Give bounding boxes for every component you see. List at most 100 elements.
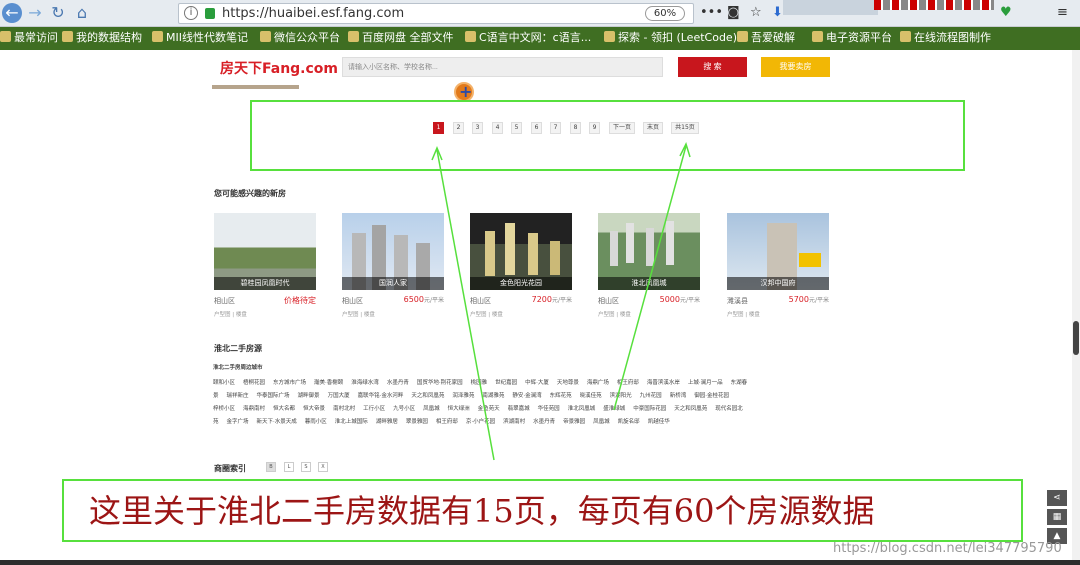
page-link[interactable]: 8 — [570, 122, 581, 134]
community-link[interactable]: 嘉联华铭·金水河畔 — [358, 390, 404, 403]
screenshot-tools[interactable] — [783, 0, 878, 15]
community-link[interactable]: 相王府邸 — [436, 416, 458, 429]
community-link[interactable]: 九州花园 — [640, 390, 662, 403]
last-page-link[interactable]: 末页 — [643, 122, 663, 134]
new-home-photo[interactable]: 淮北凤凰城 — [598, 213, 700, 290]
new-home-photo[interactable]: 国润人家 — [342, 213, 444, 290]
page-link[interactable]: 5 — [511, 122, 522, 134]
community-link[interactable]: 暮雨小区 — [305, 416, 327, 429]
community-link[interactable]: 御园·金桂花园 — [694, 390, 729, 403]
community-link[interactable]: 海晋滨溪水岸 — [647, 377, 680, 390]
search-input[interactable] — [342, 57, 663, 77]
community-link[interactable]: 翡翠嘉城 — [508, 403, 530, 416]
community-link[interactable]: 凤凰城 — [593, 416, 610, 429]
community-link[interactable]: 中豪国际花园 — [633, 403, 666, 416]
site-logo[interactable]: 房天下Fang.com — [220, 58, 338, 78]
community-link[interactable]: 京·小户花园 — [466, 416, 495, 429]
index-letter[interactable]: X — [318, 462, 328, 472]
community-link[interactable]: 恒大名都 — [273, 403, 295, 416]
new-home-photo[interactable]: 碧桂园凤凰时代 — [214, 213, 316, 290]
community-link[interactable]: 相王府邸 — [617, 377, 639, 390]
search-button[interactable]: 搜 索 — [678, 57, 747, 77]
community-link[interactable]: 现代名园北 — [715, 403, 743, 416]
page-link[interactable]: 2 — [453, 122, 464, 134]
bookmark-item[interactable]: 探索 - 领扣 (LeetCode) — [604, 31, 737, 45]
download-icon[interactable]: ⬇ — [772, 5, 783, 21]
community-link[interactable]: 水墨丹青 — [533, 416, 555, 429]
bookmark-item[interactable]: MII线性代数笔记 — [152, 31, 248, 45]
bookmark-item[interactable]: 最常访问 — [0, 31, 58, 45]
index-letter[interactable]: L — [284, 462, 294, 472]
forward-icon[interactable]: → — [25, 3, 45, 23]
community-link[interactable]: 南村北村 — [333, 403, 355, 416]
community-link[interactable]: 恒大绿洲 — [448, 403, 470, 416]
index-letter[interactable]: B — [266, 462, 276, 472]
community-link[interactable]: 九号小区 — [393, 403, 415, 416]
zoom-level[interactable]: 60% — [645, 6, 685, 21]
extension-icon[interactable]: ♥ — [1000, 5, 1012, 21]
community-link[interactable]: 滨湖阳光 — [610, 390, 632, 403]
community-link[interactable]: 新桥湾 — [670, 390, 687, 403]
community-link[interactable]: 天地尊景 — [557, 377, 579, 390]
bookmark-item[interactable]: 微信公众平台 — [260, 31, 340, 45]
community-link[interactable]: 盛淮绿城 — [603, 403, 625, 416]
info-icon[interactable]: i — [184, 6, 198, 20]
community-link[interactable]: 颐和小区 — [213, 377, 235, 390]
community-link[interactable]: 华泰国际广场 — [257, 390, 290, 403]
community-link[interactable]: 国贸华地·荆花家园 — [417, 377, 463, 390]
next-page-link[interactable]: 下一页 — [609, 122, 635, 134]
community-link[interactable]: 金字广场 — [227, 416, 249, 429]
community-link[interactable]: 淮北凤凰城 — [568, 403, 596, 416]
community-link[interactable]: 东辉花苑 — [550, 390, 572, 403]
community-link[interactable]: 景 — [213, 390, 219, 403]
community-link[interactable]: 天之和凤凰苑 — [411, 390, 444, 403]
page-link[interactable]: 3 — [472, 122, 483, 134]
community-link[interactable]: 东方城市广场 — [273, 377, 306, 390]
bookmark-item[interactable]: 吾爱破解 — [737, 31, 795, 45]
sell-button[interactable]: 我要卖房 — [761, 57, 830, 77]
share-icon[interactable]: ⋖ — [1047, 490, 1067, 506]
bookmark-item[interactable]: 我的数据结构 — [62, 31, 142, 45]
community-link[interactable]: 湖畔雅居 — [376, 416, 398, 429]
page-link[interactable]: 6 — [531, 122, 542, 134]
color-palette[interactable] — [874, 0, 994, 10]
community-link[interactable]: 苑 — [213, 416, 219, 429]
community-link[interactable]: 瀚美·香榭颐 — [314, 377, 343, 390]
index-letter[interactable]: S — [301, 462, 311, 472]
community-link[interactable]: 新天下·水景天成 — [257, 416, 297, 429]
community-link[interactable]: 南湖雅苑 — [482, 390, 504, 403]
new-home-card[interactable]: 淮北凤凰城 相山区 5000元/平米 户型图 | 楼盘 — [598, 213, 700, 325]
community-link[interactable]: 滨湖南村 — [503, 416, 525, 429]
community-link[interactable]: 凯旋名邸 — [618, 416, 640, 429]
new-home-card[interactable]: 国润人家 相山区 6500元/平米 户型图 | 楼盘 — [342, 213, 444, 325]
community-link[interactable]: 中辉·大厦 — [525, 377, 549, 390]
community-link[interactable]: 梧桐花园 — [243, 377, 265, 390]
community-link[interactable]: 天之和凤凰苑 — [674, 403, 707, 416]
new-home-card[interactable]: 汉邦中国府 濉溪县 5700元/平米 户型图 | 楼盘 — [727, 213, 829, 325]
community-link[interactable]: 淮海绿水湾 — [351, 377, 379, 390]
community-link[interactable]: 湖畔御景 — [298, 390, 320, 403]
community-link[interactable]: 水墨丹青 — [387, 377, 409, 390]
community-link[interactable]: 桃园雅 — [471, 377, 488, 390]
bookmark-item[interactable]: 电子资源平台 — [812, 31, 892, 45]
page-link[interactable]: 4 — [492, 122, 503, 134]
community-link[interactable]: 华佳苑园 — [538, 403, 560, 416]
reload-icon[interactable]: ↻ — [48, 3, 68, 23]
back-icon[interactable]: ← — [2, 3, 22, 23]
new-home-photo[interactable]: 汉邦中国府 — [727, 213, 829, 290]
community-link[interactable]: 东湖春 — [731, 377, 748, 390]
community-link[interactable]: 恒大帝景 — [303, 403, 325, 416]
page-link[interactable]: 7 — [550, 122, 561, 134]
page-link[interactable]: 1 — [433, 122, 444, 134]
community-link[interactable]: 帝景雅园 — [563, 416, 585, 429]
community-link[interactable]: 梓桥小区 — [213, 403, 235, 416]
community-link[interactable]: 静安·金澜湾 — [512, 390, 541, 403]
community-link[interactable]: 翠景雅园 — [406, 416, 428, 429]
star-icon[interactable]: ☆ — [750, 5, 762, 21]
community-link[interactable]: 工行小区 — [363, 403, 385, 416]
community-link[interactable]: 上城·澜月一品 — [688, 377, 723, 390]
community-link[interactable]: 淮北上城国际 — [335, 416, 368, 429]
new-home-card[interactable]: 碧桂园凤凰时代 相山区 价格待定 户型图 | 楼盘 — [214, 213, 316, 325]
community-link[interactable]: 金鱼苑天 — [478, 403, 500, 416]
url-text[interactable]: https://huaibei.esf.fang.com — [222, 5, 404, 23]
